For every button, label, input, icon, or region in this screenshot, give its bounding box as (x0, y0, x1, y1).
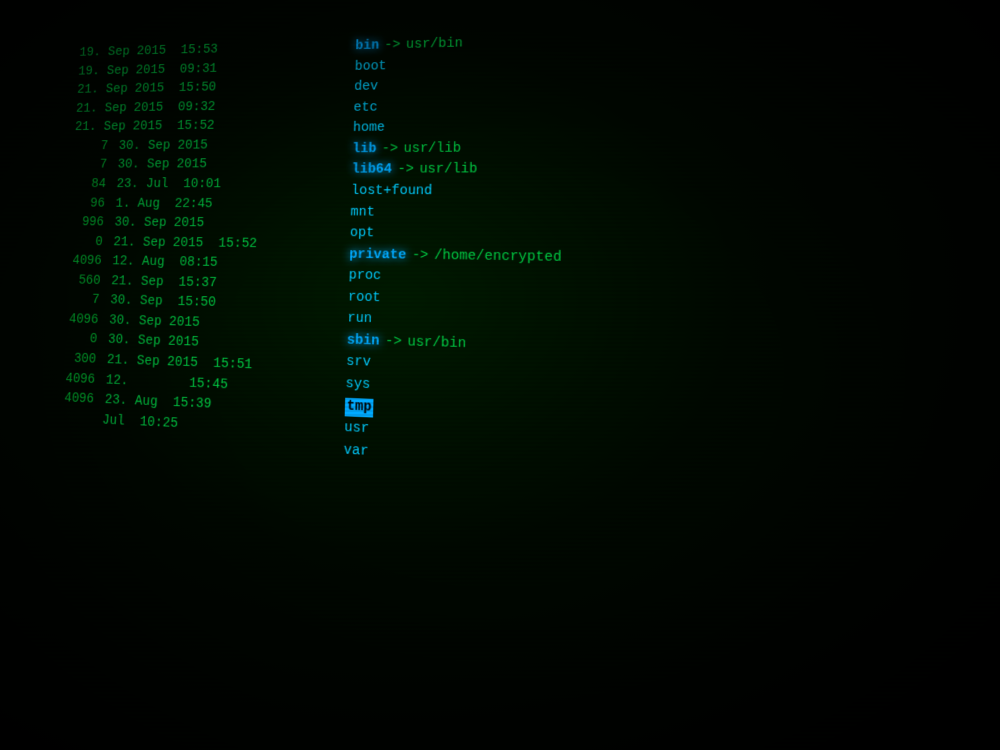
file-size: 4096 (51, 390, 94, 410)
dir-name: usr (344, 419, 369, 439)
dir-name: mnt (350, 204, 375, 222)
dir-name: opt (350, 225, 375, 244)
dir-name: proc (348, 267, 381, 286)
file-size: 0 (54, 331, 97, 350)
symlink-arrow: -> (412, 247, 429, 266)
file-size: 4096 (52, 370, 95, 390)
list-item: 21. Sep 2015 09:32 (68, 97, 335, 118)
dir-name: bin (355, 38, 379, 56)
file-date: 12. Aug 08:15 (104, 253, 217, 273)
dir-name: lib (352, 141, 376, 159)
symlink-arrow: -> (397, 162, 414, 180)
file-date: 30. Sep 2015 (107, 215, 205, 234)
dir-name: sys (345, 375, 370, 395)
terminal-screen: 19. Sep 2015 15:53 19. Sep 2015 09:31 21… (0, 0, 1000, 750)
dir-entry-mnt: mnt (350, 204, 1000, 228)
file-date: 19. Sep 2015 15:53 (72, 42, 218, 63)
file-date: 30. Sep 2015 (100, 332, 199, 353)
file-date: 21. Sep 15:37 (103, 273, 217, 293)
dir-entry-home: home (353, 113, 1000, 138)
dir-name: var (343, 441, 368, 462)
dir-name: srv (346, 354, 371, 374)
symlink-target: usr/lib (419, 161, 477, 180)
file-size: 560 (58, 272, 101, 290)
list-item: 996 30. Sep 2015 (62, 214, 333, 234)
content-wrapper: 19. Sep 2015 15:53 19. Sep 2015 09:31 21… (24, 1, 1000, 750)
symlink-target: usr/bin (406, 35, 463, 54)
file-date: 30. Sep 15:50 (102, 292, 216, 313)
dir-entry-lost-found: lost+found (351, 183, 1000, 204)
file-size: 7 (57, 291, 100, 310)
file-date: 19. Sep 2015 09:31 (71, 61, 218, 81)
file-size: 300 (53, 350, 96, 369)
dir-entry-lib64: lib64 -> usr/lib (351, 160, 1000, 180)
file-date: 1. Aug 22:45 (108, 195, 213, 213)
file-date: 30. Sep 2015 (101, 312, 200, 333)
list-item: 4096 12. Aug 08:15 (59, 253, 331, 275)
file-date: 21. Sep 2015 15:52 (106, 234, 258, 254)
file-size: 84 (64, 176, 107, 193)
dir-name: sbin (347, 332, 380, 352)
list-item: 21. Sep 2015 15:52 (67, 117, 335, 137)
list-item: 0 21. Sep 2015 15:52 (60, 234, 331, 255)
dir-name: lost+found (351, 183, 433, 202)
file-size: 4096 (59, 253, 102, 271)
symlink-arrow: -> (382, 141, 399, 159)
dir-name: etc (353, 99, 377, 117)
dir-name: dev (354, 79, 378, 97)
dir-name: run (347, 310, 372, 329)
symlink-arrow: -> (384, 37, 400, 55)
file-date: 21. Sep 2015 15:50 (70, 80, 217, 100)
file-date: 21. Sep 2015 15:52 (67, 118, 214, 137)
dir-name-highlighted: tmp (345, 397, 374, 417)
dir-name: home (353, 120, 385, 138)
list-item: 96 1. Aug 22:45 (63, 195, 333, 214)
file-date: 23. Jul 10:01 (109, 176, 222, 194)
file-date: Jul 10:25 (50, 410, 179, 434)
file-size: 7 (65, 157, 107, 174)
list-item: 7 30. Sep 2015 (65, 156, 334, 174)
left-column: 19. Sep 2015 15:53 19. Sep 2015 09:31 21… (33, 38, 346, 725)
file-date: 30. Sep 2015 (110, 157, 207, 175)
symlink-target: usr/lib (403, 140, 461, 159)
dir-name: private (349, 246, 406, 265)
dir-name: lib64 (351, 162, 392, 180)
dir-name: root (348, 289, 381, 308)
dir-entry-lib: lib -> usr/lib (352, 136, 1000, 159)
file-size: 0 (60, 234, 103, 252)
symlink-arrow: -> (385, 333, 402, 352)
list-item: 7 30. Sep 2015 (66, 136, 334, 155)
right-column: bin -> usr/bin boot dev etc home lib (326, 21, 1000, 750)
list-item: 21. Sep 2015 15:50 (70, 78, 337, 100)
symlink-target: /home/encrypted (434, 247, 562, 268)
file-size: 996 (62, 214, 105, 232)
file-date: 30. Sep 2015 (111, 137, 208, 155)
symlink-target: usr/bin (407, 334, 466, 355)
file-size: 7 (66, 138, 108, 155)
file-date: 21. Sep 2015 09:32 (68, 99, 215, 118)
file-size: 4096 (56, 311, 99, 330)
file-size: 96 (63, 195, 106, 213)
file-date: 23. Aug 15:39 (97, 392, 212, 415)
dir-name: boot (354, 58, 386, 76)
list-item: 84 23. Jul 10:01 (64, 176, 333, 194)
